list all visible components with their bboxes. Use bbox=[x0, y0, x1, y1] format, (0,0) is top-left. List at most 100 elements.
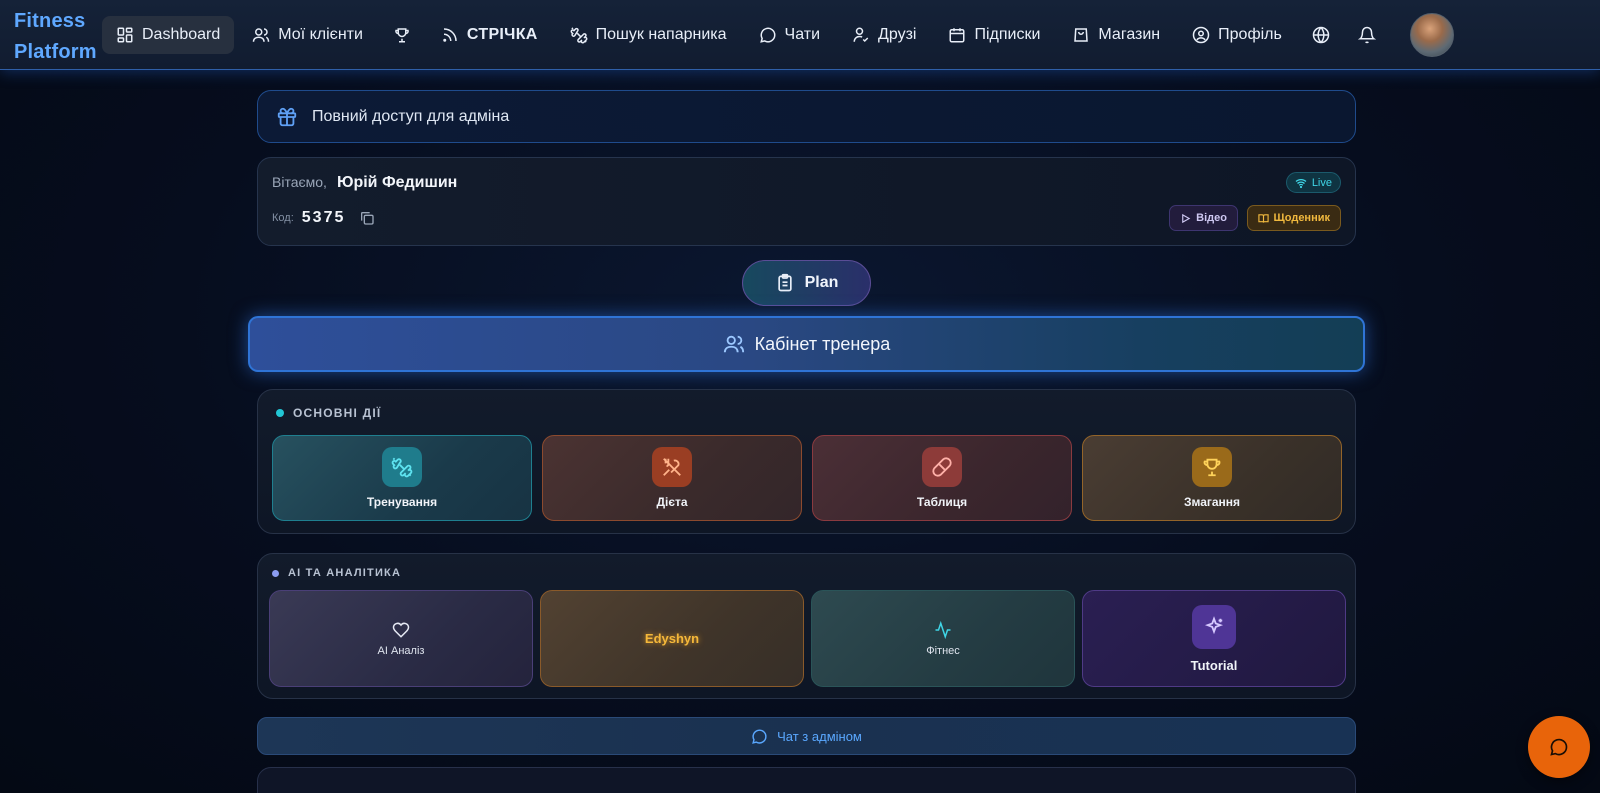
status-dot bbox=[272, 569, 279, 577]
tile-training[interactable]: Тренування bbox=[272, 435, 532, 521]
ai-analytics-title-text: AI ТА АНАЛІТИКА bbox=[288, 567, 402, 579]
plan-button[interactable]: Plan bbox=[742, 260, 871, 306]
utensils-icon bbox=[652, 447, 692, 487]
shopping-bag-icon bbox=[1072, 26, 1090, 44]
user-check-icon bbox=[852, 26, 870, 44]
dumbbell-icon bbox=[382, 447, 422, 487]
tile-table-label: Таблиця bbox=[916, 495, 968, 509]
video-button[interactable]: Відео bbox=[1169, 205, 1238, 231]
tile-competitions-label: Змагання bbox=[1183, 495, 1241, 509]
play-icon bbox=[1180, 213, 1191, 224]
nav-feed[interactable]: СТРІЧКА bbox=[427, 16, 552, 54]
tile-training-label: Тренування bbox=[366, 495, 438, 509]
tile-table[interactable]: Таблиця bbox=[812, 435, 1072, 521]
chat-bubble-icon bbox=[1549, 737, 1569, 757]
gift-icon bbox=[276, 106, 298, 128]
nav-partner[interactable]: Пошук напарника bbox=[556, 16, 741, 54]
main-nav: Dashboard Мої клієнти СТРІЧКА Пошук напа… bbox=[102, 16, 1392, 54]
tile-diet-label: Дієта bbox=[656, 495, 688, 509]
nav-dashboard-label: Dashboard bbox=[142, 26, 221, 43]
brand-logo[interactable]: Fitness Platform bbox=[14, 6, 106, 68]
admin-access-banner: Повний доступ для адміна bbox=[257, 90, 1356, 143]
chat-bubble-icon bbox=[751, 728, 768, 745]
users-icon bbox=[252, 26, 270, 44]
nav-feed-label: СТРІЧКА bbox=[466, 26, 538, 43]
trainer-cabinet-label: Кабінет тренера bbox=[754, 333, 891, 354]
avatar[interactable] bbox=[1410, 13, 1454, 57]
greeting-label: Вітаємо, bbox=[272, 174, 327, 190]
nav-chats[interactable]: Чати bbox=[745, 16, 834, 54]
nav-friends[interactable]: Друзі bbox=[838, 16, 930, 54]
copy-icon[interactable] bbox=[359, 210, 375, 226]
diary-button[interactable]: Щоденник bbox=[1246, 205, 1341, 231]
next-section-card bbox=[257, 767, 1356, 793]
users-icon bbox=[723, 333, 745, 355]
greeting: Вітаємо, Юрій Федишин bbox=[272, 174, 457, 192]
globe-icon bbox=[1312, 26, 1330, 44]
tile-edyshyn[interactable]: Edyshyn bbox=[540, 590, 804, 687]
clipboard-icon bbox=[775, 273, 795, 293]
wifi-icon bbox=[1295, 177, 1307, 189]
tile-tutorial-label: Tutorial bbox=[1190, 657, 1238, 673]
trophy-icon bbox=[1192, 447, 1232, 487]
ai-analytics-title: AI ТА АНАЛІТИКА bbox=[272, 567, 401, 579]
live-label: Live bbox=[1311, 176, 1332, 189]
code-value: 5375 bbox=[301, 209, 346, 226]
sparkles-icon bbox=[1192, 604, 1236, 649]
tile-tutorial[interactable]: Tutorial bbox=[1082, 590, 1346, 687]
nav-shop-label: Магазин bbox=[1098, 26, 1161, 43]
live-badge: Live bbox=[1285, 172, 1341, 193]
nav-shop[interactable]: Магазин bbox=[1058, 16, 1174, 54]
tile-diet[interactable]: Дієта bbox=[542, 435, 802, 521]
activity-icon bbox=[934, 620, 952, 639]
heart-icon bbox=[392, 621, 410, 639]
admin-banner-text: Повний доступ для адміна bbox=[312, 107, 510, 125]
tile-fitness-label: Фітнес bbox=[926, 644, 960, 657]
nav-profile-label: Профіль bbox=[1218, 26, 1282, 43]
admin-chat-label: Чат з адміном bbox=[777, 728, 862, 744]
nav-dashboard[interactable]: Dashboard bbox=[102, 16, 235, 54]
main-actions-title-text: ОСНОВНІ ДІЇ bbox=[293, 406, 382, 420]
nav-profile[interactable]: Профіль bbox=[1178, 16, 1296, 54]
nav-chats-label: Чати bbox=[784, 26, 821, 43]
top-navigation-bar: Fitness Platform Dashboard Мої клієнти С… bbox=[0, 0, 1600, 70]
rss-icon bbox=[441, 26, 459, 44]
user-circle-icon bbox=[1192, 26, 1210, 44]
user-code: Код: 5375 bbox=[272, 209, 375, 227]
status-dot bbox=[276, 409, 284, 417]
language-button[interactable] bbox=[1300, 16, 1342, 54]
main-actions-title: ОСНОВНІ ДІЇ bbox=[276, 406, 381, 420]
tile-ai-analysis[interactable]: AI Аналіз bbox=[269, 590, 533, 687]
notifications-button[interactable] bbox=[1346, 16, 1388, 54]
grid-icon bbox=[116, 26, 134, 44]
tile-ai-analysis-label: AI Аналіз bbox=[377, 644, 425, 657]
main-actions-section: ОСНОВНІ ДІЇ Тренування Дієта Таблиця Зма… bbox=[257, 389, 1356, 534]
admin-chat-button[interactable]: Чат з адміном bbox=[257, 717, 1356, 755]
nav-clients[interactable]: Мої клієнти bbox=[238, 16, 377, 54]
floating-chat-button[interactable] bbox=[1528, 716, 1590, 778]
trainer-cabinet-button[interactable]: Кабінет тренера bbox=[248, 316, 1365, 372]
tile-fitness[interactable]: Фітнес bbox=[811, 590, 1075, 687]
video-label: Відео bbox=[1196, 212, 1227, 224]
code-label: Код: bbox=[272, 212, 294, 224]
edyshyn-logo-text: Edyshyn bbox=[644, 631, 700, 646]
nav-partner-label: Пошук напарника bbox=[595, 26, 727, 43]
welcome-card: Вітаємо, Юрій Федишин Код: 5375 Live Від… bbox=[257, 157, 1356, 246]
diary-label: Щоденник bbox=[1273, 212, 1330, 224]
calendar-icon bbox=[948, 26, 966, 44]
trophy-icon bbox=[393, 26, 411, 44]
nav-subscriptions[interactable]: Підписки bbox=[934, 16, 1054, 54]
ai-analytics-section: AI ТА АНАЛІТИКА AI Аналіз Edyshyn Фітнес… bbox=[257, 553, 1356, 699]
chat-bubble-icon bbox=[759, 26, 777, 44]
user-name: Юрій Федишин bbox=[336, 174, 458, 191]
nav-subscriptions-label: Підписки bbox=[974, 26, 1041, 43]
tile-competitions[interactable]: Змагання bbox=[1082, 435, 1342, 521]
dumbbell-icon bbox=[570, 26, 588, 44]
plan-label: Plan bbox=[804, 274, 839, 291]
nav-trophy[interactable] bbox=[381, 16, 423, 54]
nav-friends-label: Друзі bbox=[878, 26, 917, 43]
bell-icon bbox=[1357, 26, 1376, 44]
pill-icon bbox=[922, 447, 962, 487]
book-open-icon bbox=[1257, 213, 1269, 224]
nav-clients-label: Мої клієнти bbox=[278, 26, 363, 43]
